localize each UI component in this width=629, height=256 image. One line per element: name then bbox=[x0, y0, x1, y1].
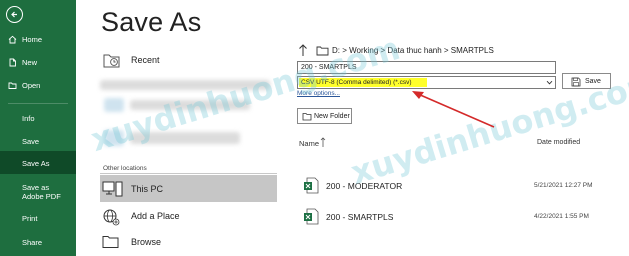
blurred-location bbox=[130, 132, 240, 144]
location-label: Add a Place bbox=[131, 211, 180, 221]
nav-item-save-as-adobe-pdf[interactable]: Save as Adobe PDF bbox=[0, 183, 70, 201]
new-document-icon bbox=[9, 58, 16, 67]
up-arrow-icon[interactable] bbox=[298, 43, 308, 57]
other-locations-label: Other locations bbox=[103, 165, 147, 172]
page-title: Save As bbox=[101, 7, 202, 37]
blurred-cloud-icon bbox=[104, 130, 124, 146]
nav-item-new[interactable]: New bbox=[0, 58, 76, 67]
location-label: This PC bbox=[131, 184, 164, 194]
nav-item-print[interactable]: Print bbox=[0, 214, 76, 223]
save-button[interactable]: Save bbox=[562, 73, 611, 89]
file-row[interactable]: 200 - MODERATOR 5/21/2021 12:27 PM bbox=[297, 175, 617, 197]
nav-item-info[interactable]: Info bbox=[0, 114, 76, 123]
excel-file-icon bbox=[304, 177, 319, 194]
file-name: 200 - SMARTPLS bbox=[326, 212, 394, 222]
nav-item-home[interactable]: Home bbox=[0, 35, 76, 44]
nav-item-label: Share bbox=[22, 238, 43, 247]
divider bbox=[100, 173, 277, 174]
nav-item-label: Home bbox=[22, 35, 43, 44]
column-header-date[interactable]: Date modified bbox=[537, 139, 580, 146]
save-button-label: Save bbox=[585, 77, 601, 85]
nav-item-save[interactable]: Save bbox=[0, 137, 76, 146]
nav-item-open[interactable]: Open bbox=[0, 81, 76, 90]
nav-item-label: Open bbox=[22, 81, 41, 90]
location-label: Recent bbox=[131, 55, 160, 65]
sort-arrow-icon bbox=[320, 137, 326, 147]
location-label: Browse bbox=[131, 237, 162, 247]
save-icon bbox=[571, 77, 581, 87]
nav-item-label: Print bbox=[22, 214, 38, 223]
globe-icon bbox=[103, 209, 120, 226]
nav-item-save-as[interactable]: Save As bbox=[0, 151, 76, 174]
location-this-pc[interactable] bbox=[100, 175, 277, 202]
excel-file-icon bbox=[304, 208, 319, 225]
home-icon bbox=[8, 35, 17, 44]
folder-icon bbox=[316, 46, 329, 56]
nav-item-label: New bbox=[22, 58, 38, 67]
nav-item-label: Save as Adobe PDF bbox=[22, 183, 61, 201]
nav-divider bbox=[8, 103, 68, 104]
back-button[interactable] bbox=[6, 6, 23, 23]
new-folder-label: New Folder bbox=[314, 112, 350, 120]
file-date: 5/21/2021 12:27 PM bbox=[534, 182, 593, 189]
blurred-location bbox=[100, 80, 270, 90]
blurred-location bbox=[130, 100, 250, 110]
clock-icon bbox=[103, 54, 120, 68]
filename-input[interactable]: 200 - SMARTPLS bbox=[297, 61, 556, 74]
nav-item-label: Save As bbox=[22, 159, 50, 168]
nav-item-share[interactable]: Share bbox=[0, 238, 76, 247]
breadcrumb[interactable]: D: > Working > Data thuc hanh > SMARTPLS bbox=[332, 46, 494, 55]
open-folder-icon bbox=[8, 82, 17, 89]
blurred-cloud-icon bbox=[104, 98, 124, 112]
file-type-value: CSV UTF-8 (Comma delimited) (*.csv) bbox=[301, 79, 412, 86]
more-options-link[interactable]: More options... bbox=[297, 90, 340, 97]
file-type-select[interactable]: CSV UTF-8 (Comma delimited) (*.csv) bbox=[297, 76, 556, 89]
file-row[interactable]: 200 - SMARTPLS 4/22/2021 1:55 PM bbox=[297, 206, 617, 228]
nav-item-label: Save bbox=[22, 137, 40, 146]
file-date: 4/22/2021 1:55 PM bbox=[534, 213, 589, 220]
new-folder-icon bbox=[302, 113, 312, 121]
column-header-name[interactable]: Name bbox=[299, 139, 319, 148]
nav-item-label: Info bbox=[22, 114, 35, 123]
computer-icon bbox=[102, 181, 123, 197]
chevron-down-icon bbox=[546, 80, 553, 85]
backstage-nav: Home New Open Info Save Save As Save as … bbox=[0, 0, 76, 256]
folder-icon bbox=[102, 236, 119, 248]
file-name: 200 - MODERATOR bbox=[326, 181, 403, 191]
back-arrow-icon bbox=[11, 11, 17, 18]
new-folder-button[interactable]: New Folder bbox=[297, 108, 352, 124]
